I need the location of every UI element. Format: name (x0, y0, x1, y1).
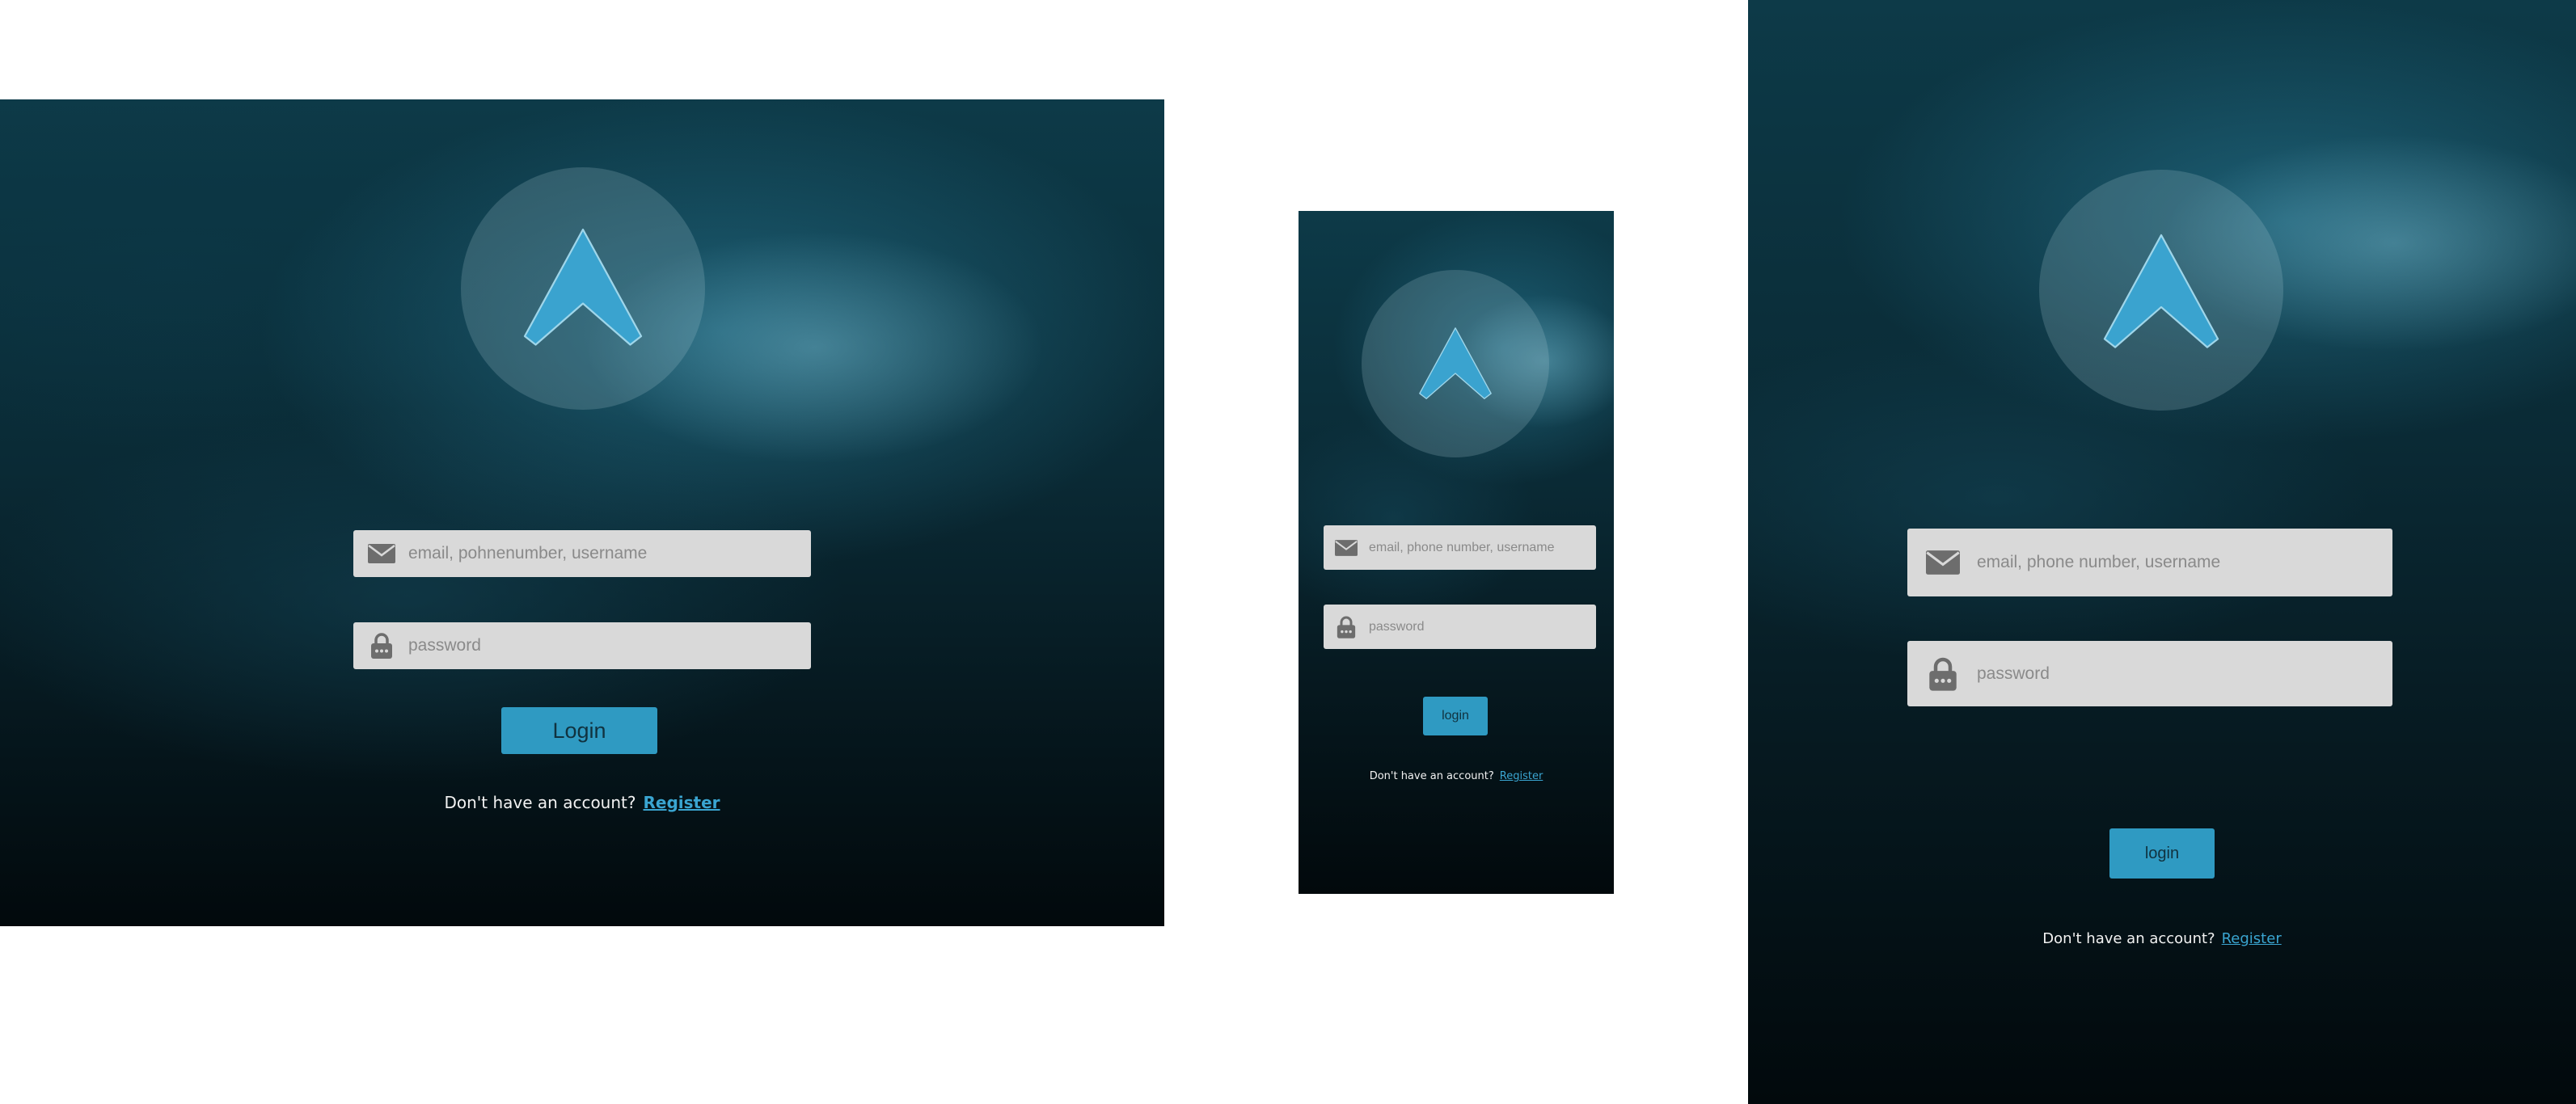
apex-logo-icon (1419, 327, 1492, 399)
login-button-label: login (1442, 709, 1469, 723)
email-placeholder: email, phone number, username (1977, 553, 2221, 571)
login-button[interactable]: Login (501, 707, 657, 754)
register-link[interactable]: Register (644, 793, 720, 812)
register-prompt: Don't have an account? Register (1748, 930, 2576, 947)
password-field[interactable]: password (1907, 641, 2392, 706)
lock-icon (1335, 616, 1358, 638)
logo-badge (461, 167, 705, 410)
password-placeholder: password (408, 636, 481, 655)
tablet-login-screen: email, phone number, username password l… (1748, 0, 2576, 1104)
envelope-icon (368, 544, 395, 563)
register-link[interactable]: Register (1500, 770, 1543, 782)
email-field[interactable]: email, phone number, username (1324, 525, 1596, 570)
envelope-icon (1925, 550, 1961, 575)
no-account-text: Don't have an account? (444, 793, 636, 812)
login-button[interactable]: login (1423, 697, 1488, 735)
lock-icon (1925, 657, 1961, 691)
apex-logo-icon (523, 228, 643, 346)
password-placeholder: password (1369, 619, 1425, 634)
login-button-label: Login (552, 718, 606, 743)
desktop-login-screen: email, pohnenumber, username password Lo… (0, 99, 1164, 926)
register-prompt: Don't have an account? Register (0, 793, 1164, 812)
apex-logo-icon (2103, 234, 2219, 348)
register-link[interactable]: Register (2222, 930, 2282, 947)
no-account-text: Don't have an account? (2042, 930, 2215, 947)
logo-badge (1362, 270, 1549, 457)
email-field[interactable]: email, phone number, username (1907, 529, 2392, 596)
password-field[interactable]: password (353, 622, 811, 669)
register-prompt: Don't have an account? Register (1299, 770, 1614, 782)
login-button[interactable]: login (2109, 828, 2215, 879)
no-account-text: Don't have an account? (1369, 770, 1494, 782)
email-field[interactable]: email, pohnenumber, username (353, 530, 811, 577)
envelope-icon (1335, 539, 1358, 556)
logo-badge (2039, 170, 2283, 411)
mobile-login-screen: email, phone number, username password l… (1299, 211, 1614, 894)
email-placeholder: email, phone number, username (1369, 540, 1555, 554)
password-placeholder: password (1977, 664, 2050, 683)
login-button-label: login (2144, 844, 2180, 862)
email-placeholder: email, pohnenumber, username (408, 544, 648, 563)
lock-icon (368, 633, 395, 659)
password-field[interactable]: password (1324, 605, 1596, 649)
